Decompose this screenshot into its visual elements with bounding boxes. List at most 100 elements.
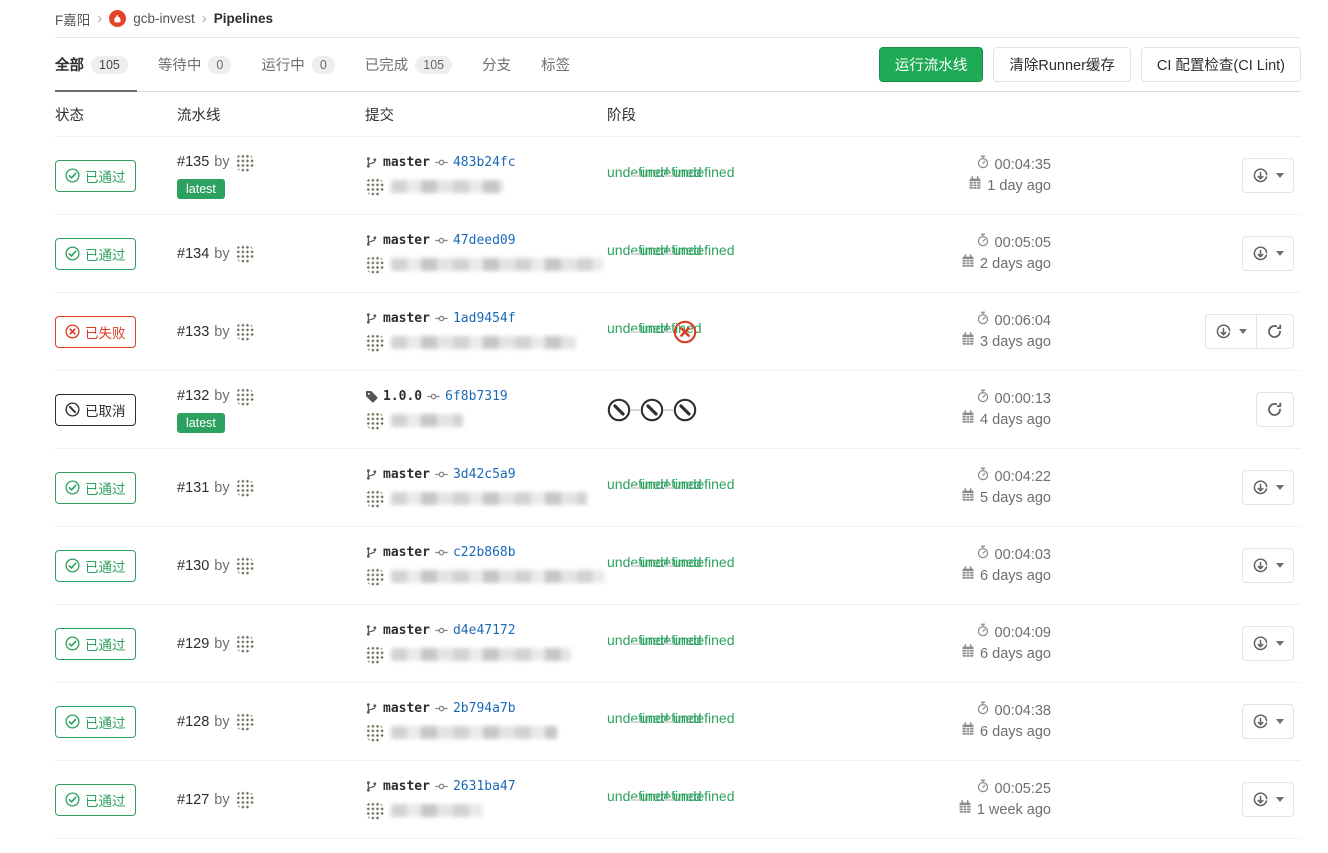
pipeline-id-link[interactable]: #130 <box>177 558 209 574</box>
stage-success-icon[interactable]: undefined <box>607 476 631 500</box>
commit-hash-link[interactable]: 3d42c5a9 <box>453 467 516 482</box>
user-avatar-identicon[interactable] <box>235 556 254 575</box>
artifacts-download-button[interactable] <box>1242 470 1294 505</box>
tab-branches[interactable]: 分支 <box>473 38 520 91</box>
user-avatar-identicon[interactable] <box>235 478 254 497</box>
tab-all[interactable]: 全部 105 <box>55 38 137 91</box>
breadcrumb-project[interactable]: gcb-invest <box>133 11 195 26</box>
commit-ref-link[interactable]: master <box>383 233 430 248</box>
stage-success-icon[interactable]: undefined <box>640 164 664 188</box>
user-avatar-identicon[interactable] <box>235 387 254 406</box>
run-pipeline-button[interactable]: 运行流水线 <box>879 47 984 82</box>
breadcrumb-namespace[interactable]: F嘉阳 <box>55 9 90 29</box>
stage-success-icon[interactable]: undefined <box>673 632 697 656</box>
commit-message-redacted <box>391 492 587 505</box>
pipeline-id-link[interactable]: #132 <box>177 388 209 404</box>
artifacts-download-button[interactable] <box>1242 158 1294 193</box>
user-avatar-identicon[interactable] <box>235 634 254 653</box>
artifacts-download-button[interactable] <box>1205 314 1257 349</box>
artifacts-download-button[interactable] <box>1242 782 1294 817</box>
pipeline-id-link[interactable]: #127 <box>177 792 209 808</box>
stage-canceled-icon[interactable] <box>640 398 664 422</box>
commit-hash-link[interactable]: c22b868b <box>453 545 516 560</box>
ci-lint-button[interactable]: CI 配置检查(CI Lint) <box>1141 47 1301 82</box>
tab-count-badge: 0 <box>312 56 335 74</box>
tab-running[interactable]: 运行中 0 <box>252 38 343 91</box>
stage-success-icon[interactable]: undefined <box>607 242 631 266</box>
commit-hash-link[interactable]: 483b24fc <box>453 155 516 170</box>
stage-success-icon[interactable]: undefined <box>607 710 631 734</box>
stages-cell: undefined undefined undefined <box>607 476 881 500</box>
status-badge[interactable]: 已通过 <box>55 628 136 660</box>
status-badge[interactable]: 已通过 <box>55 160 136 192</box>
commit-ref-link[interactable]: master <box>383 623 430 638</box>
artifacts-download-button[interactable] <box>1242 626 1294 661</box>
stage-success-icon[interactable]: undefined <box>607 320 631 344</box>
user-avatar-identicon[interactable] <box>235 322 254 341</box>
commit-hash-link[interactable]: 1ad9454f <box>453 311 516 326</box>
stage-success-icon[interactable]: undefined <box>673 476 697 500</box>
stage-connector <box>664 721 673 723</box>
tab-tags[interactable]: 标签 <box>532 38 579 91</box>
tab-finished[interactable]: 已完成 105 <box>356 38 461 91</box>
user-avatar-identicon[interactable] <box>235 244 254 263</box>
stage-success-icon[interactable]: undefined <box>673 164 697 188</box>
artifacts-download-button[interactable] <box>1242 548 1294 583</box>
stage-success-icon[interactable]: undefined <box>673 710 697 734</box>
stage-success-icon[interactable]: undefined <box>640 476 664 500</box>
commit-ref-link[interactable]: master <box>383 701 430 716</box>
commit-hash-link[interactable]: 2631ba47 <box>453 779 516 794</box>
pipeline-id-link[interactable]: #128 <box>177 714 209 730</box>
commit-ref-link[interactable]: master <box>383 155 430 170</box>
status-badge[interactable]: 已取消 <box>55 394 136 426</box>
commit-ref-link[interactable]: master <box>383 311 430 326</box>
stage-success-icon[interactable]: undefined <box>640 320 664 344</box>
pipeline-age: 4 days ago <box>881 410 1051 431</box>
tab-pending[interactable]: 等待中 0 <box>149 38 240 91</box>
pipeline-id-link[interactable]: #135 <box>177 154 209 170</box>
stage-success-icon[interactable]: undefined <box>673 554 697 578</box>
commit-ref-link[interactable]: 1.0.0 <box>383 389 422 404</box>
stage-success-icon[interactable]: undefined <box>640 788 664 812</box>
committer-avatar-identicon <box>365 801 384 820</box>
pipeline-id-link[interactable]: #129 <box>177 636 209 652</box>
stage-failed-icon[interactable] <box>673 320 697 344</box>
stage-success-icon[interactable]: undefined <box>640 554 664 578</box>
user-avatar-identicon[interactable] <box>235 712 254 731</box>
status-badge[interactable]: 已失败 <box>55 316 136 348</box>
status-badge[interactable]: 已通过 <box>55 784 136 816</box>
stage-success-icon[interactable]: undefined <box>640 242 664 266</box>
stage-success-icon[interactable]: undefined <box>607 788 631 812</box>
commit-ref-link[interactable]: master <box>383 779 430 794</box>
stage-success-icon[interactable]: undefined <box>640 710 664 734</box>
stage-success-icon[interactable]: undefined <box>607 632 631 656</box>
stage-success-icon[interactable]: undefined <box>640 632 664 656</box>
pipeline-id-link[interactable]: #131 <box>177 480 209 496</box>
commit-hash-link[interactable]: 47deed09 <box>453 233 516 248</box>
artifacts-download-button[interactable] <box>1242 704 1294 739</box>
commit-hash-link[interactable]: 6f8b7319 <box>445 389 508 404</box>
pipeline-id-link[interactable]: #133 <box>177 324 209 340</box>
stage-success-icon[interactable]: undefined <box>673 242 697 266</box>
status-badge[interactable]: 已通过 <box>55 550 136 582</box>
retry-pipeline-button[interactable] <box>1256 314 1294 349</box>
status-badge[interactable]: 已通过 <box>55 706 136 738</box>
user-avatar-identicon[interactable] <box>235 153 254 172</box>
status-badge[interactable]: 已通过 <box>55 472 136 504</box>
status-badge[interactable]: 已通过 <box>55 238 136 270</box>
commit-hash-link[interactable]: 2b794a7b <box>453 701 516 716</box>
stage-success-icon[interactable]: undefined <box>607 164 631 188</box>
stage-canceled-icon[interactable] <box>673 398 697 422</box>
stage-success-icon[interactable]: undefined <box>673 788 697 812</box>
stage-canceled-icon[interactable] <box>607 398 631 422</box>
commit-ref-link[interactable]: master <box>383 467 430 482</box>
clear-runner-cache-button[interactable]: 清除Runner缓存 <box>993 47 1131 82</box>
commit-hash-link[interactable]: d4e47172 <box>453 623 516 638</box>
commit-ref-link[interactable]: master <box>383 545 430 560</box>
retry-pipeline-button[interactable] <box>1256 392 1294 427</box>
pipeline-id-link[interactable]: #134 <box>177 246 209 262</box>
breadcrumb-separator: › <box>97 11 102 26</box>
stage-success-icon[interactable]: undefined <box>607 554 631 578</box>
user-avatar-identicon[interactable] <box>235 790 254 809</box>
artifacts-download-button[interactable] <box>1242 236 1294 271</box>
